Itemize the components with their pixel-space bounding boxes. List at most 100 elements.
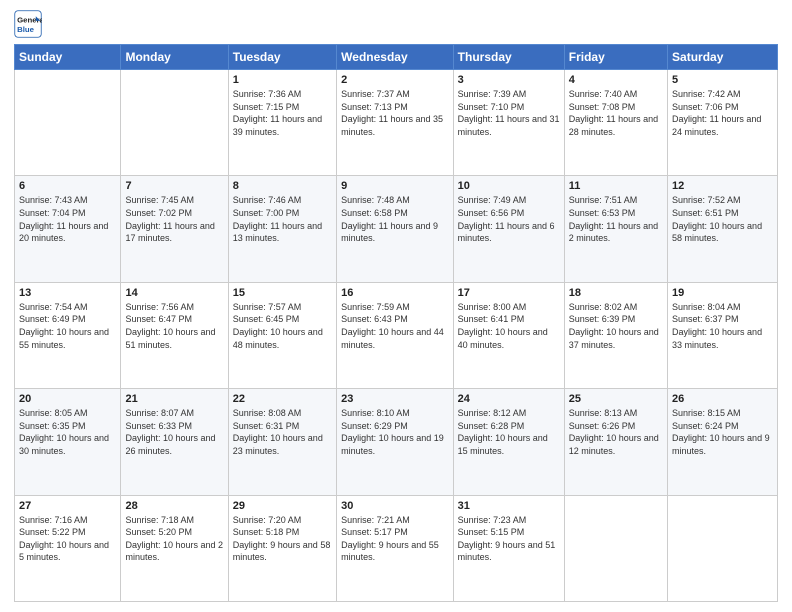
day-number: 22 <box>233 393 332 405</box>
day-number: 18 <box>569 287 663 299</box>
calendar-cell: 23 Sunrise: 8:10 AM Sunset: 6:29 PM Dayli… <box>337 389 454 495</box>
day-number: 27 <box>19 500 116 512</box>
calendar-table: SundayMondayTuesdayWednesdayThursdayFrid… <box>14 44 778 602</box>
day-info: Sunrise: 7:37 AM Sunset: 7:13 PM Dayligh… <box>341 88 449 138</box>
day-number: 6 <box>19 180 116 192</box>
calendar-cell: 1 Sunrise: 7:36 AM Sunset: 7:15 PM Daylig… <box>228 70 336 176</box>
calendar-cell: 25 Sunrise: 8:13 AM Sunset: 6:26 PM Dayli… <box>564 389 667 495</box>
calendar-cell: 9Sunrise: 7:48 AM Sunset: 6:58 PM Daylig… <box>337 176 454 282</box>
day-number: 29 <box>233 500 332 512</box>
day-number: 11 <box>569 180 663 192</box>
calendar-cell: 10 Sunrise: 7:49 AM Sunset: 6:56 PM Dayli… <box>453 176 564 282</box>
day-number: 26 <box>672 393 773 405</box>
day-info: Sunrise: 8:13 AM Sunset: 6:26 PM Dayligh… <box>569 407 663 457</box>
calendar-cell: 12 Sunrise: 7:52 AM Sunset: 6:51 PM Dayli… <box>668 176 778 282</box>
week-row-1: 1 Sunrise: 7:36 AM Sunset: 7:15 PM Daylig… <box>15 70 778 176</box>
calendar-header-row: SundayMondayTuesdayWednesdayThursdayFrid… <box>15 45 778 70</box>
day-number: 30 <box>341 500 449 512</box>
day-number: 12 <box>672 180 773 192</box>
calendar-cell: 20Sunrise: 8:05 AM Sunset: 6:35 PM Dayli… <box>15 389 121 495</box>
day-info: Sunrise: 8:02 AM Sunset: 6:39 PM Dayligh… <box>569 301 663 351</box>
day-number: 7 <box>125 180 223 192</box>
logo-icon: General Blue <box>14 10 42 38</box>
calendar-cell: 15Sunrise: 7:57 AM Sunset: 6:45 PM Dayli… <box>228 282 336 388</box>
calendar-cell: 27 Sunrise: 7:16 AM Sunset: 5:22 PM Dayli… <box>15 495 121 601</box>
day-info: Sunrise: 7:57 AM Sunset: 6:45 PM Dayligh… <box>233 301 332 351</box>
calendar-cell <box>121 70 228 176</box>
calendar-cell: 6 Sunrise: 7:43 AM Sunset: 7:04 PM Daylig… <box>15 176 121 282</box>
day-number: 19 <box>672 287 773 299</box>
day-info: Sunrise: 8:10 AM Sunset: 6:29 PM Dayligh… <box>341 407 449 457</box>
calendar-cell: 11 Sunrise: 7:51 AM Sunset: 6:53 PM Dayli… <box>564 176 667 282</box>
calendar-cell: 13 Sunrise: 7:54 AM Sunset: 6:49 PM Dayli… <box>15 282 121 388</box>
day-number: 16 <box>341 287 449 299</box>
header: General Blue <box>14 10 778 38</box>
calendar-cell: 22Sunrise: 8:08 AM Sunset: 6:31 PM Dayli… <box>228 389 336 495</box>
day-number: 8 <box>233 180 332 192</box>
day-info: Sunrise: 7:18 AM Sunset: 5:20 PM Dayligh… <box>125 514 223 564</box>
day-info: Sunrise: 7:43 AM Sunset: 7:04 PM Dayligh… <box>19 194 116 244</box>
day-info: Sunrise: 7:51 AM Sunset: 6:53 PM Dayligh… <box>569 194 663 244</box>
calendar-cell: 31Sunrise: 7:23 AM Sunset: 5:15 PM Dayli… <box>453 495 564 601</box>
day-number: 2 <box>341 74 449 86</box>
day-info: Sunrise: 7:36 AM Sunset: 7:15 PM Dayligh… <box>233 88 332 138</box>
week-row-2: 6 Sunrise: 7:43 AM Sunset: 7:04 PM Daylig… <box>15 176 778 282</box>
calendar-cell: 5 Sunrise: 7:42 AM Sunset: 7:06 PM Daylig… <box>668 70 778 176</box>
day-info: Sunrise: 7:52 AM Sunset: 6:51 PM Dayligh… <box>672 194 773 244</box>
day-info: Sunrise: 7:42 AM Sunset: 7:06 PM Dayligh… <box>672 88 773 138</box>
day-info: Sunrise: 7:49 AM Sunset: 6:56 PM Dayligh… <box>458 194 560 244</box>
day-number: 23 <box>341 393 449 405</box>
day-info: Sunrise: 7:56 AM Sunset: 6:47 PM Dayligh… <box>125 301 223 351</box>
day-number: 5 <box>672 74 773 86</box>
calendar-cell: 3Sunrise: 7:39 AM Sunset: 7:10 PM Daylig… <box>453 70 564 176</box>
day-header-monday: Monday <box>121 45 228 70</box>
calendar-cell: 16 Sunrise: 7:59 AM Sunset: 6:43 PM Dayli… <box>337 282 454 388</box>
calendar-cell: 7Sunrise: 7:45 AM Sunset: 7:02 PM Daylig… <box>121 176 228 282</box>
day-number: 24 <box>458 393 560 405</box>
calendar-cell: 18 Sunrise: 8:02 AM Sunset: 6:39 PM Dayli… <box>564 282 667 388</box>
day-info: Sunrise: 8:12 AM Sunset: 6:28 PM Dayligh… <box>458 407 560 457</box>
page: General Blue SundayMondayTuesdayWednesda… <box>0 0 792 612</box>
day-info: Sunrise: 8:07 AM Sunset: 6:33 PM Dayligh… <box>125 407 223 457</box>
day-info: Sunrise: 7:54 AM Sunset: 6:49 PM Dayligh… <box>19 301 116 351</box>
day-number: 20 <box>19 393 116 405</box>
day-number: 21 <box>125 393 223 405</box>
svg-text:Blue: Blue <box>17 25 35 34</box>
calendar-cell: 24 Sunrise: 8:12 AM Sunset: 6:28 PM Dayli… <box>453 389 564 495</box>
day-header-saturday: Saturday <box>668 45 778 70</box>
week-row-4: 20Sunrise: 8:05 AM Sunset: 6:35 PM Dayli… <box>15 389 778 495</box>
calendar-cell: 4 Sunrise: 7:40 AM Sunset: 7:08 PM Daylig… <box>564 70 667 176</box>
calendar-cell: 2 Sunrise: 7:37 AM Sunset: 7:13 PM Daylig… <box>337 70 454 176</box>
calendar-cell: 14 Sunrise: 7:56 AM Sunset: 6:47 PM Dayli… <box>121 282 228 388</box>
day-info: Sunrise: 8:00 AM Sunset: 6:41 PM Dayligh… <box>458 301 560 351</box>
day-info: Sunrise: 8:04 AM Sunset: 6:37 PM Dayligh… <box>672 301 773 351</box>
calendar-cell <box>564 495 667 601</box>
day-info: Sunrise: 7:39 AM Sunset: 7:10 PM Dayligh… <box>458 88 560 138</box>
day-info: Sunrise: 7:21 AM Sunset: 5:17 PM Dayligh… <box>341 514 449 564</box>
calendar-cell <box>668 495 778 601</box>
calendar-cell: 26 Sunrise: 8:15 AM Sunset: 6:24 PM Dayli… <box>668 389 778 495</box>
day-number: 9 <box>341 180 449 192</box>
calendar-cell: 30 Sunrise: 7:21 AM Sunset: 5:17 PM Dayli… <box>337 495 454 601</box>
week-row-5: 27 Sunrise: 7:16 AM Sunset: 5:22 PM Dayli… <box>15 495 778 601</box>
calendar-cell <box>15 70 121 176</box>
calendar-cell: 8Sunrise: 7:46 AM Sunset: 7:00 PM Daylig… <box>228 176 336 282</box>
day-number: 13 <box>19 287 116 299</box>
day-number: 1 <box>233 74 332 86</box>
day-number: 14 <box>125 287 223 299</box>
day-number: 17 <box>458 287 560 299</box>
calendar-cell: 29Sunrise: 7:20 AM Sunset: 5:18 PM Dayli… <box>228 495 336 601</box>
calendar-cell: 21 Sunrise: 8:07 AM Sunset: 6:33 PM Dayli… <box>121 389 228 495</box>
day-info: Sunrise: 8:15 AM Sunset: 6:24 PM Dayligh… <box>672 407 773 457</box>
day-info: Sunrise: 7:16 AM Sunset: 5:22 PM Dayligh… <box>19 514 116 564</box>
day-info: Sunrise: 7:59 AM Sunset: 6:43 PM Dayligh… <box>341 301 449 351</box>
day-number: 28 <box>125 500 223 512</box>
logo: General Blue <box>14 10 45 38</box>
day-info: Sunrise: 7:23 AM Sunset: 5:15 PM Dayligh… <box>458 514 560 564</box>
day-number: 10 <box>458 180 560 192</box>
day-number: 25 <box>569 393 663 405</box>
calendar-cell: 28 Sunrise: 7:18 AM Sunset: 5:20 PM Dayli… <box>121 495 228 601</box>
day-info: Sunrise: 7:40 AM Sunset: 7:08 PM Dayligh… <box>569 88 663 138</box>
day-header-tuesday: Tuesday <box>228 45 336 70</box>
day-number: 4 <box>569 74 663 86</box>
